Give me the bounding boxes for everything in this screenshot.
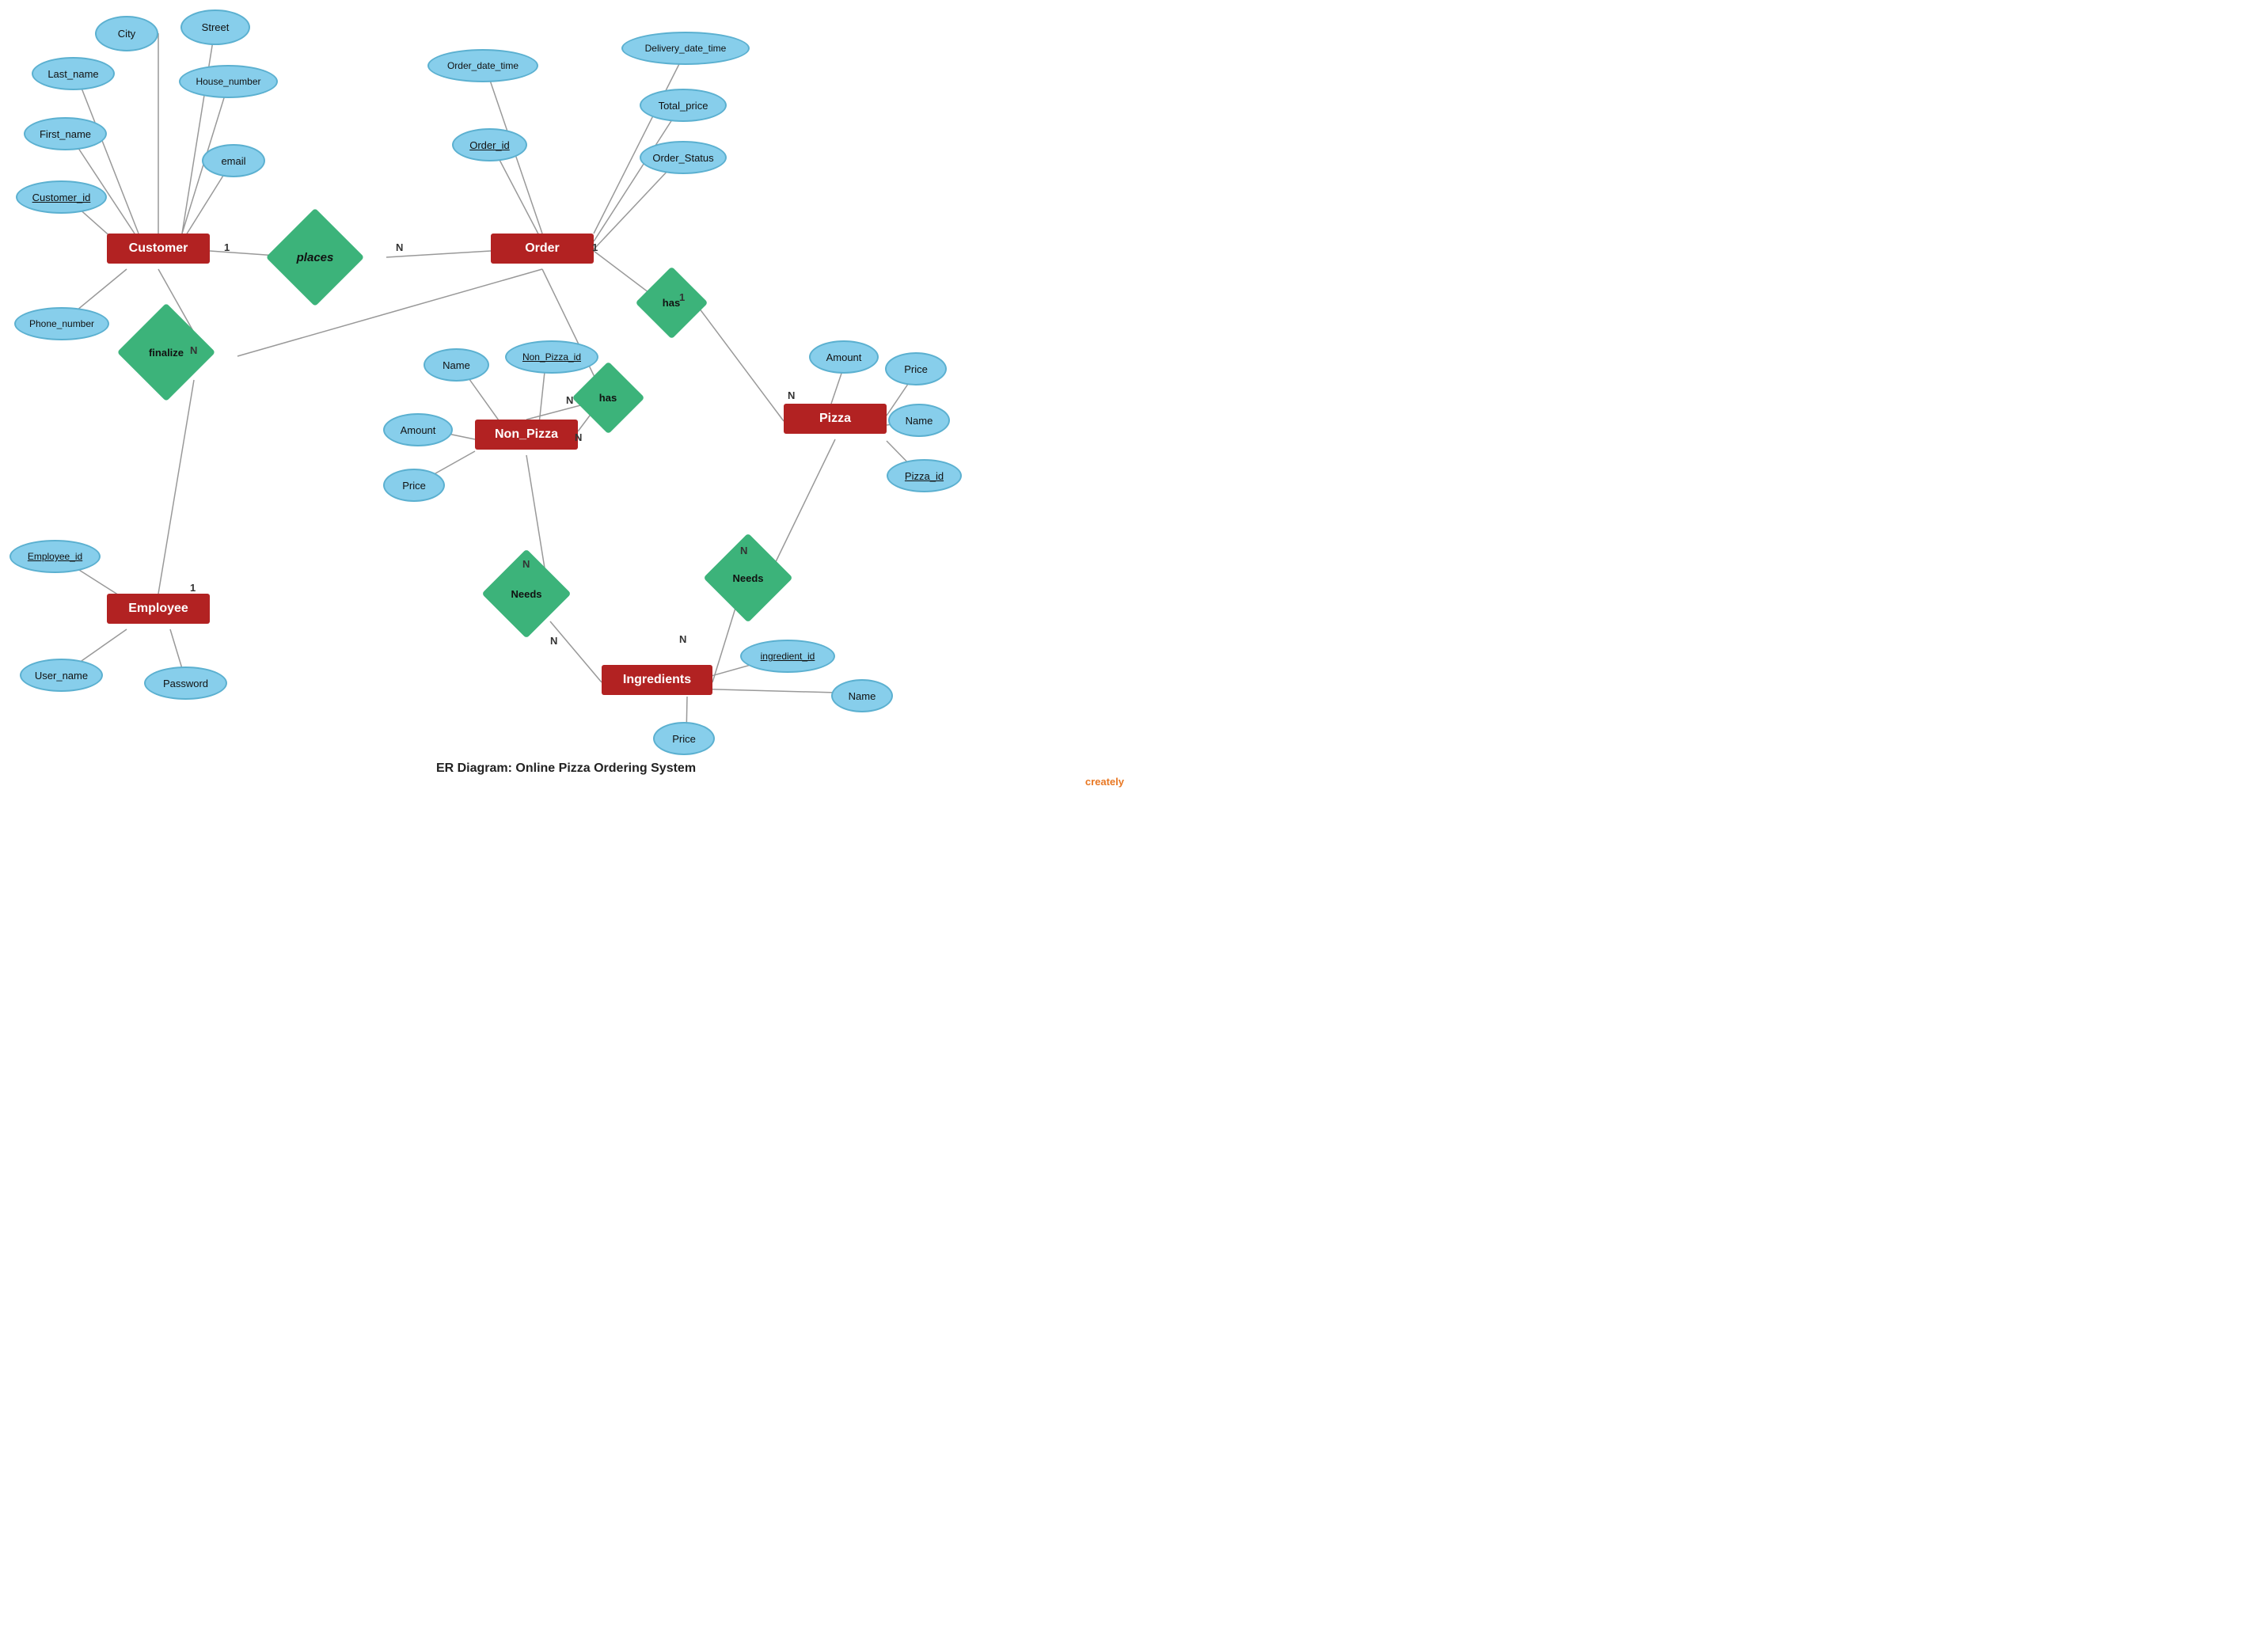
attr-password: Password (144, 666, 227, 700)
attr-city: City (95, 16, 158, 51)
attr-customer-id: Customer_id (16, 180, 107, 214)
attr-np-price: Price (383, 469, 445, 502)
card-4: N (190, 344, 197, 356)
attr-last-name: Last_name (32, 57, 115, 90)
attr-order-id: Order_id (452, 128, 527, 161)
attr-order-status: Order_Status (640, 141, 727, 174)
attr-house-number: House_number (179, 65, 278, 98)
attr-street: Street (180, 9, 250, 45)
relationship-places: places (272, 234, 359, 281)
relationship-needs2: Needs (708, 554, 788, 602)
relationship-needs1: Needs (487, 570, 566, 617)
card-6: 1 (679, 291, 685, 303)
relationship-has1: has (640, 281, 703, 325)
attr-pizza-id: Pizza_id (887, 459, 962, 492)
card-10: N (522, 558, 530, 570)
watermark: creately (1085, 776, 1124, 788)
attr-ing-price: Price (653, 722, 715, 755)
card-8: N (566, 394, 573, 406)
card-5: 1 (190, 582, 196, 594)
attr-np-name: Name (424, 348, 489, 382)
attr-ingredient-id: ingredient_id (740, 640, 835, 673)
entity-non-pizza: Non_Pizza (475, 420, 578, 450)
diagram-container: Customer Order Employee Pizza Non_Pizza … (0, 0, 1132, 792)
card-3: 1 (592, 241, 598, 253)
card-13: N (679, 633, 686, 645)
card-9: N (575, 431, 582, 443)
entity-ingredients: Ingredients (602, 665, 712, 695)
entity-order: Order (491, 234, 594, 264)
card-7: N (788, 389, 795, 401)
attr-pizza-name: Name (888, 404, 950, 437)
entity-employee: Employee (107, 594, 210, 624)
card-1: 1 (224, 241, 230, 253)
relationship-has2: has (576, 376, 640, 420)
attr-phone-number: Phone_number (14, 307, 109, 340)
entity-customer: Customer (107, 234, 210, 264)
attr-total-price: Total_price (640, 89, 727, 122)
attr-ing-name: Name (831, 679, 893, 712)
attr-order-date-time: Order_date_time (427, 49, 538, 82)
entity-pizza: Pizza (784, 404, 887, 434)
card-11: N (550, 635, 557, 647)
footer: ER Diagram: Online Pizza Ordering System (0, 761, 1132, 776)
attr-np-amount: Amount (383, 413, 453, 446)
attr-delivery-date-time: Delivery_date_time (621, 32, 750, 65)
attr-user-name: User_name (20, 659, 103, 692)
attr-non-pizza-id: Non_Pizza_id (505, 340, 598, 374)
attr-pizza-amount: Amount (809, 340, 879, 374)
attr-first-name: First_name (24, 117, 107, 150)
attr-email: email (202, 144, 265, 177)
card-2: N (396, 241, 403, 253)
card-12: N (740, 545, 747, 556)
attr-employee-id: Employee_id (9, 540, 101, 573)
attr-pizza-price: Price (885, 352, 947, 385)
